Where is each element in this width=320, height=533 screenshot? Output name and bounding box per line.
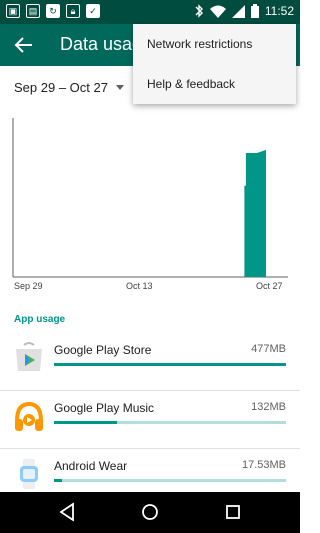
app-name: Google Play Store [54, 343, 152, 357]
app-size: 132MB [251, 401, 286, 413]
wifi-icon [209, 5, 226, 18]
chart-series-area [244, 149, 266, 277]
section-header-app-usage: App usage [14, 314, 66, 325]
x-tick-label: Oct 27 [256, 281, 283, 291]
recents-square-icon[interactable] [224, 502, 242, 522]
status-bar: ▣ ▤ ↻ 🔒︎ ✓ 11:52 [0, 0, 300, 24]
usage-bar [54, 421, 286, 424]
menu-item-network-restrictions[interactable]: Network restrictions [133, 24, 296, 64]
menu-item-help-feedback[interactable]: Help & feedback [133, 64, 296, 104]
back-triangle-icon[interactable] [58, 502, 76, 522]
cycle-label: Sep 29 – Oct 27 [14, 80, 108, 95]
app-name: Android Wear [54, 459, 128, 473]
play-store-icon [16, 342, 42, 371]
watch-icon [20, 459, 38, 489]
gallery-icon: ▤ [26, 4, 40, 18]
signal-icon [231, 4, 245, 18]
usage-bar-fill [54, 479, 63, 482]
system-icons: 11:52 [194, 4, 294, 18]
overflow-menu: Network restrictions Help & feedback [133, 24, 296, 104]
sync-icon: ↻ [46, 4, 60, 18]
x-tick-label: Sep 29 [14, 281, 43, 291]
notification-icons: ▣ ▤ ↻ 🔒︎ ✓ [6, 4, 100, 18]
app-row-play-store[interactable]: Google Play Store 477MB [0, 333, 300, 391]
battery-icon [250, 4, 259, 18]
x-tick-label: Oct 13 [126, 281, 153, 291]
home-circle-icon[interactable] [140, 502, 160, 522]
app-size: 477MB [251, 343, 286, 355]
page-title: Data usag [60, 34, 143, 54]
bluetooth-icon [195, 4, 203, 18]
headphones-icon [15, 401, 43, 431]
lock-icon: 🔒︎ [66, 4, 80, 18]
data-usage-chart[interactable] [12, 118, 288, 278]
mail-check-icon: ✓ [86, 4, 100, 18]
navigation-bar [0, 492, 300, 533]
cycle-selector[interactable]: Sep 29 – Oct 27 [14, 80, 124, 95]
app-row-play-music[interactable]: Google Play Music 132MB [0, 391, 300, 449]
usage-bar [54, 363, 286, 366]
app-name: Google Play Music [54, 401, 155, 415]
chart-x-labels: Sep 29 Oct 13 Oct 27 [12, 281, 288, 293]
dropdown-arrow-icon [115, 85, 124, 90]
image-icon: ▣ [6, 4, 20, 18]
usage-bar [54, 479, 286, 482]
arrow-back-icon[interactable] [14, 35, 34, 55]
usage-bar-fill [54, 421, 117, 424]
usage-bar-fill [54, 363, 286, 366]
app-size: 17.53MB [241, 459, 286, 471]
status-time: 11:52 [264, 4, 294, 18]
